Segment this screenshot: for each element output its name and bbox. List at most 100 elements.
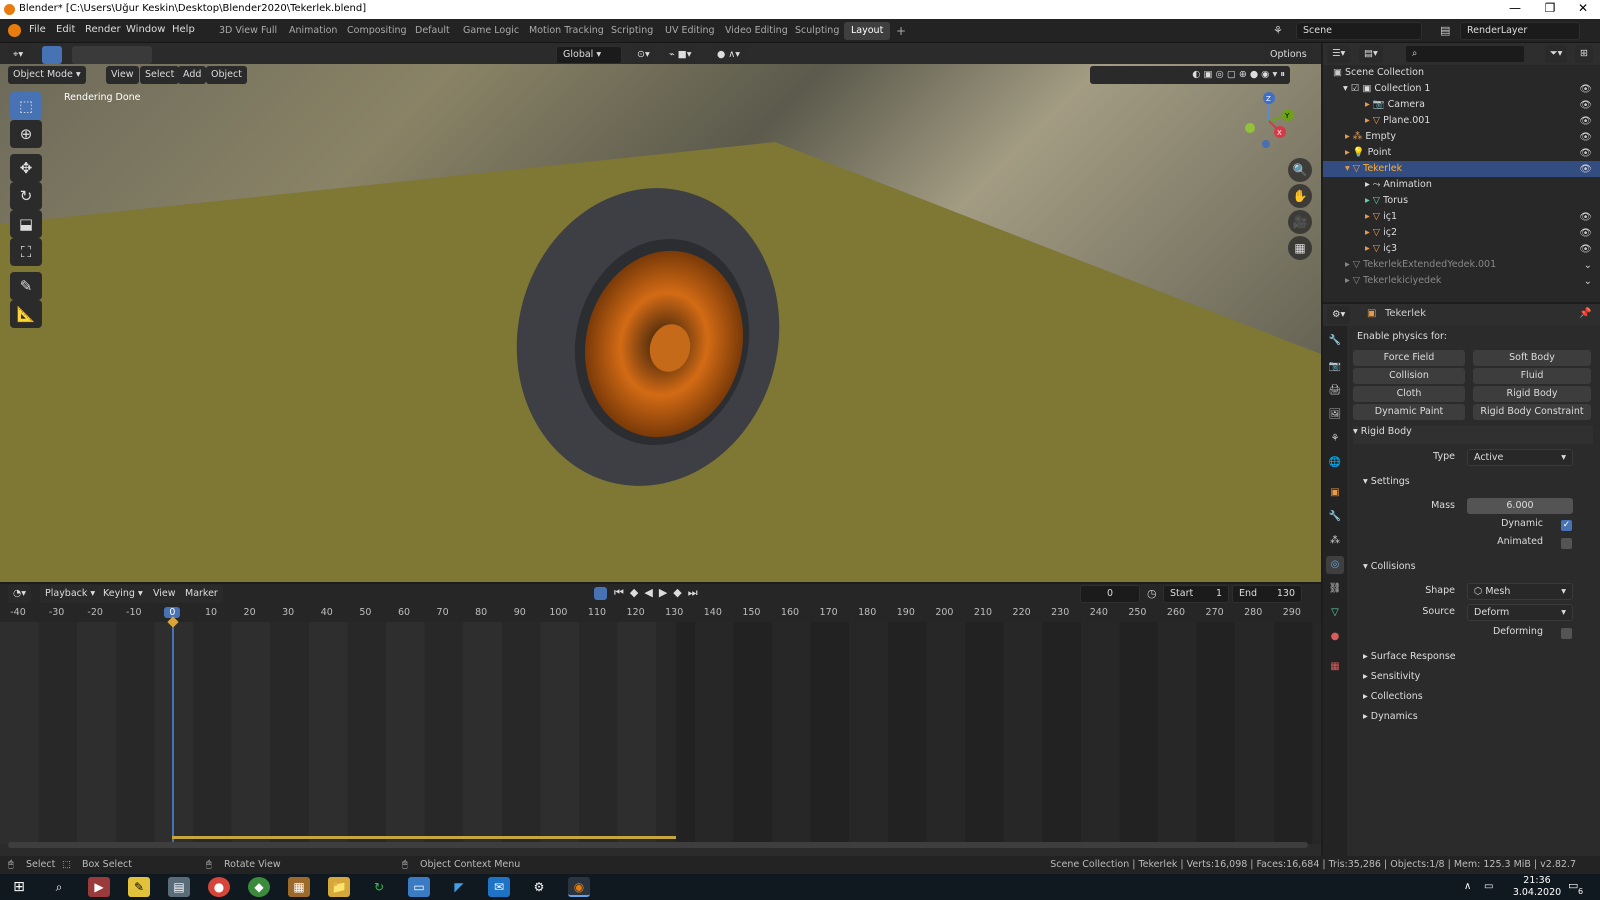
playback-controls[interactable]: ⏮◆◀▶◆⏭ (614, 586, 704, 600)
select-menu[interactable]: Select (140, 66, 180, 84)
timeline-editor[interactable]: ◔▾ Playback ▾ Keying ▾ View Marker ⏮◆◀▶◆… (0, 584, 1321, 856)
clock-date[interactable]: 3.04.2020 (1512, 887, 1562, 898)
outliner-root[interactable]: ▣ Scene Collection (1323, 65, 1600, 81)
navigation-gizmo[interactable]: Z Y X (1240, 92, 1298, 150)
menu-edit[interactable]: Edit (56, 24, 75, 35)
add-workspace-button[interactable]: + (889, 22, 913, 40)
windows-start-icon[interactable]: ⊞ (8, 877, 30, 897)
display-mode-icon[interactable]: ▤▾ (1359, 45, 1383, 63)
media-app-icon[interactable]: ▶ (88, 877, 110, 897)
notifications-icon[interactable]: ▭ (1568, 879, 1578, 892)
timeline-ruler[interactable]: -40 -30 -20 -10 0 10 20 30 40 50 60 70 80 90 100 110 120… (0, 604, 1321, 622)
annotate-tool-icon[interactable]: ✎ (10, 272, 42, 300)
chrome-icon[interactable]: ● (208, 877, 230, 897)
3d-viewport[interactable]: Object Mode ▾ View Select Add Object Ren… (0, 64, 1321, 582)
clock-time[interactable]: 21:36 (1512, 875, 1562, 886)
rigid-body-button[interactable]: Rigid Body (1473, 386, 1591, 402)
tab-animation[interactable]: Animation (282, 22, 344, 40)
blender-taskbar-icon[interactable]: ◉ (568, 877, 590, 897)
outliner-item-point[interactable]: ▸ 💡 Point 👁 (1323, 145, 1600, 161)
docs-app-icon[interactable]: ▭ (408, 877, 430, 897)
minimize-button[interactable]: — (1500, 1, 1530, 18)
selection-mode-buttons[interactable] (72, 46, 152, 64)
move-tool-icon[interactable]: ✥ (10, 154, 42, 182)
outliner-item-tekerlekiciyedek[interactable]: ▸ ▽ Tekerlekiciyedek ⌄ (1323, 273, 1600, 289)
eye-icon[interactable]: 👁 (1579, 146, 1592, 162)
outliner-editor-type-icon[interactable]: ☰▾ (1327, 45, 1351, 63)
eye-icon[interactable]: 👁 (1579, 82, 1592, 98)
auto-keying-icon[interactable] (594, 587, 607, 600)
soft-body-button[interactable]: Soft Body (1473, 350, 1591, 366)
tray-chevron-icon[interactable]: ∧ (1464, 881, 1471, 892)
force-field-button[interactable]: Force Field (1353, 350, 1465, 366)
files-app-icon[interactable]: ▤ (168, 877, 190, 897)
playback-menu[interactable]: Playback ▾ (40, 585, 101, 603)
menu-help[interactable]: Help (172, 24, 195, 35)
menu-render[interactable]: Render (85, 24, 121, 35)
tab-motion-tracking[interactable]: Motion Tracking (522, 22, 611, 40)
new-collection-icon[interactable]: ⊞ (1575, 45, 1593, 63)
eye-icon[interactable]: 👁 (1579, 130, 1592, 146)
perspective-grid-icon[interactable]: ▦ (1288, 236, 1312, 260)
zoom-icon[interactable]: 🔍 (1288, 158, 1312, 182)
code-editor-icon[interactable]: ◤ (448, 877, 470, 897)
outliner-item-collection-1[interactable]: ▾ ☑ ▣ Collection 1 👁 (1323, 81, 1600, 97)
timeline-keyframe-area[interactable] (0, 616, 1321, 844)
current-frame-field[interactable]: 0 (1080, 585, 1140, 603)
source-dropdown[interactable]: Deform ▾ (1467, 604, 1573, 621)
scene-selector[interactable]: Scene (1296, 22, 1422, 40)
particles-tab-icon[interactable]: ⁂ (1326, 532, 1344, 550)
properties-editor-type-icon[interactable]: ⚙▾ (1327, 306, 1351, 324)
shape-dropdown[interactable]: ⬡ Mesh ▾ (1467, 583, 1573, 600)
sensitivity-subpanel[interactable]: ▸ Sensitivity (1363, 671, 1420, 682)
tab-sculpting[interactable]: Sculpting (788, 22, 846, 40)
scale-tool-icon[interactable]: ⬓ (10, 210, 42, 238)
file-explorer-icon[interactable]: 📁 (328, 877, 350, 897)
scene-tab-icon[interactable]: ⚘ (1326, 430, 1344, 448)
blender-menu-icon[interactable] (8, 24, 21, 37)
outliner-item-tekerlekextendedyedek[interactable]: ▸ ▽ TekerlekExtendedYedek.001 ⌄ (1323, 257, 1600, 273)
physics-tab-icon[interactable]: ◎ (1326, 556, 1344, 574)
timeline-editor-type-icon[interactable]: ◔▾ (8, 585, 32, 603)
properties-panel[interactable]: ⚙▾ ▣ Tekerlek 📌 🔧 📷 🖨 🖼 ⚘ 🌐 ▣ 🔧 ⁂ ◎ ⛓ ▽ … (1323, 304, 1600, 856)
eye-icon[interactable]: 👁 (1579, 210, 1592, 226)
output-tab-icon[interactable]: 🖨 (1326, 382, 1344, 400)
object-tab-icon[interactable]: ▣ (1326, 484, 1344, 502)
eye-icon[interactable]: 👁 (1579, 226, 1592, 242)
pan-hand-icon[interactable]: ✋ (1288, 184, 1312, 208)
start-frame-field[interactable]: Start 1 (1163, 585, 1229, 603)
dynamics-subpanel[interactable]: ▸ Dynamics (1363, 711, 1418, 722)
add-menu[interactable]: Add (178, 66, 207, 84)
select-tool-icon[interactable] (42, 46, 62, 64)
tab-scripting[interactable]: Scripting (604, 22, 660, 40)
dynamic-checkbox[interactable]: ✓ (1561, 520, 1572, 531)
mode-dropdown[interactable]: Object Mode ▾ (8, 66, 86, 84)
measure-tool-icon[interactable]: 📐 (10, 300, 42, 328)
cloth-button[interactable]: Cloth (1353, 386, 1465, 402)
tab-uv-editing[interactable]: UV Editing (658, 22, 722, 40)
deforming-checkbox[interactable] (1561, 628, 1572, 639)
outliner-item-ic3[interactable]: ▸ ▽ iç3 👁 (1323, 241, 1600, 257)
marker-menu[interactable]: Marker (180, 585, 223, 603)
transform-orientation-dropdown[interactable]: Global ▾ (556, 46, 622, 64)
type-dropdown[interactable]: Active ▾ (1467, 449, 1573, 466)
collections-subpanel[interactable]: ▸ Collections (1363, 691, 1423, 702)
sticky-notes-icon[interactable]: ✎ (128, 877, 150, 897)
archive-app-icon[interactable]: ▦ (288, 877, 310, 897)
outliner-item-torus[interactable]: ▸ ▽ Torus (1323, 193, 1600, 209)
android-studio-icon[interactable]: ◆ (248, 877, 270, 897)
playhead-line[interactable] (172, 622, 174, 844)
cursor-tool-icon[interactable]: ⊕ (10, 120, 42, 148)
close-button[interactable]: ✕ (1568, 1, 1598, 18)
view-menu[interactable]: View (106, 66, 139, 84)
outliner-search-input[interactable]: ⌕ (1405, 45, 1525, 63)
game-app-icon[interactable]: ⚙ (528, 877, 550, 897)
view-layer-tab-icon[interactable]: 🖼 (1326, 406, 1344, 424)
tab-compositing[interactable]: Compositing (340, 22, 414, 40)
refresh-app-icon[interactable]: ↻ (368, 877, 390, 897)
network-icon[interactable]: ▭ (1484, 881, 1493, 892)
filter-icon[interactable]: ⏷▾ (1545, 45, 1568, 63)
tab-3d-view-full[interactable]: 3D View Full (212, 22, 284, 40)
outliner-item-ic1[interactable]: ▸ ▽ iç1 👁 (1323, 209, 1600, 225)
outliner-panel[interactable]: ☰▾ ▤▾ ⌕ ⏷▾ ⊞ ▣ Scene Collection ▾ ☑ ▣ Co… (1323, 43, 1600, 302)
